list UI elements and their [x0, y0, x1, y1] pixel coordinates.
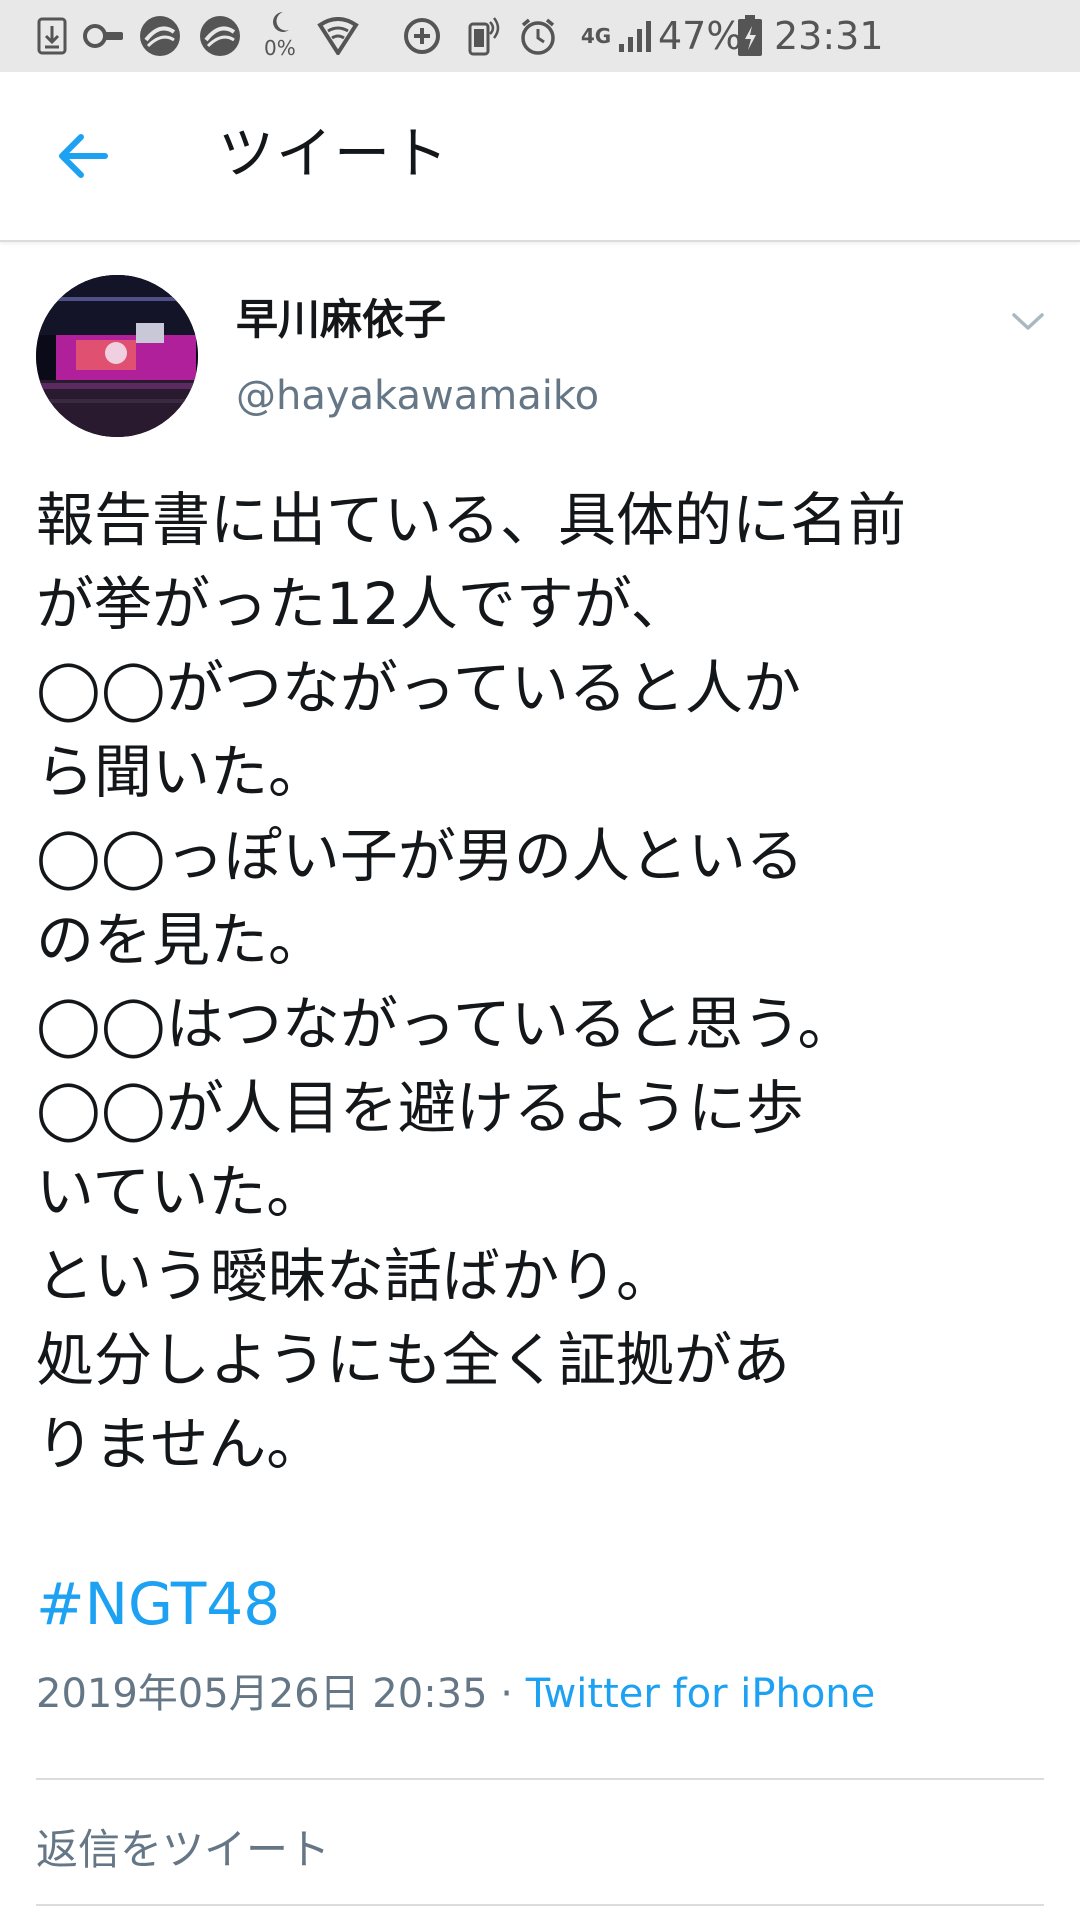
tweet-text-line: という曖昧な話ばかり。 — [36, 1242, 675, 1310]
data-saver-icon — [400, 14, 444, 58]
tweet-text-line: ◯◯が人目を避けるように歩 — [36, 1074, 804, 1142]
avatar[interactable] — [36, 275, 198, 437]
tweet-timestamp: 2019年05月26日 20:35 — [36, 1671, 488, 1717]
tweet-text-line: のを見た。 — [36, 906, 327, 974]
battery-icon — [728, 14, 772, 58]
app-icon — [138, 14, 182, 58]
tweet-text-line: ◯◯はつながっていると思う。 — [36, 990, 856, 1058]
vibrate-icon — [460, 14, 504, 58]
tweet-text-line: ◯◯っぽい子が男の人といる — [36, 822, 804, 890]
meta-separator: · — [487, 1671, 526, 1717]
network-4g-icon: 4G — [574, 14, 618, 58]
tweet-menu-button[interactable] — [1004, 298, 1052, 346]
tweet-source-link[interactable]: Twitter for iPhone — [526, 1671, 876, 1717]
moon-icon — [258, 8, 302, 36]
clock: 23:31 — [774, 14, 884, 58]
app-icon — [198, 14, 242, 58]
wifi-icon — [316, 14, 360, 58]
page-title: ツイート — [218, 122, 450, 187]
chevron-down-icon — [1012, 313, 1044, 330]
display-name[interactable]: 早川麻依子 — [236, 292, 446, 348]
tweet-text-line: ら聞いた。 — [36, 738, 327, 806]
tweet-text-line: 報告書に出ている、具体的に名前 — [36, 486, 907, 554]
tweet-text-line: りません。 — [36, 1410, 325, 1478]
signal-icon — [614, 14, 658, 58]
network-label: 4G — [580, 24, 612, 48]
hashtag-link[interactable]: #NGT48 — [36, 1568, 280, 1640]
divider — [36, 1904, 1044, 1906]
reply-input[interactable]: 返信をツイート — [36, 1820, 330, 1880]
download-icon — [30, 14, 74, 58]
avatar-image — [36, 275, 198, 437]
tweet-text-line: いていた。 — [36, 1158, 325, 1226]
alarm-icon — [516, 14, 560, 58]
tweet-text-line: ◯◯がつながっていると人か — [36, 654, 801, 722]
user-handle[interactable]: @hayakawamaiko — [236, 368, 599, 424]
tweet-text-line: が挙がった12人ですが、 — [36, 570, 689, 638]
tweet-text: 報告書に出ている、具体的に名前 が挙がった12人ですが、 ◯◯がつながっていると… — [36, 478, 1056, 1486]
arrow-left-icon — [59, 134, 108, 178]
tweet-text-line: 処分しようにも全く証拠があ — [36, 1326, 791, 1394]
app-bar: ツイート — [0, 72, 1080, 242]
tweet-meta: 2019年05月26日 20:35 · Twitter for iPhone — [36, 1664, 875, 1724]
back-button[interactable] — [52, 126, 112, 186]
data-percent-label: 0% — [264, 36, 296, 60]
status-bar: 0% 4G 47% 23:31 — [0, 0, 1080, 72]
key-icon — [82, 14, 126, 58]
divider — [36, 1778, 1044, 1780]
